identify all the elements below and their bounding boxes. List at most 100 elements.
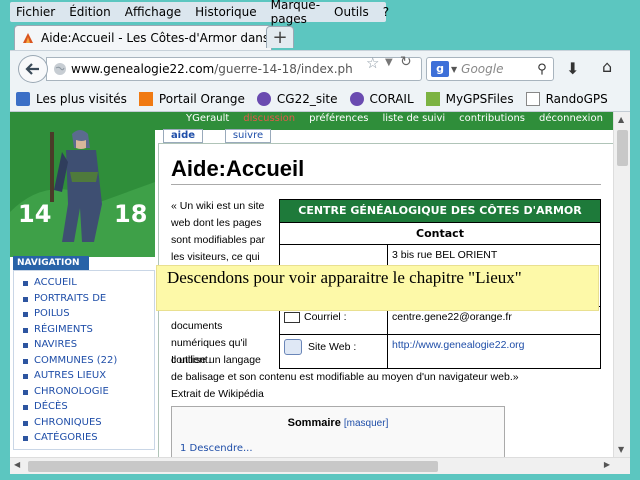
bookmark-mygpsfiles[interactable]: MyGPSFiles <box>425 91 514 106</box>
bookmark-label: Les plus visités <box>36 91 127 106</box>
nav-item-portraits[interactable]: PORTRAITS DE <box>22 291 154 307</box>
infobox-heading: CENTRE GÉNÉALOGIQUE DES CÔTES D'ARMOR <box>280 200 600 222</box>
address-value: 3 bis rue BEL ORIENT <box>392 249 498 261</box>
bookmark-star-icon[interactable]: ☆ <box>366 54 379 72</box>
bookmark-corail[interactable]: CORAIL <box>349 91 414 106</box>
search-box[interactable]: g ▼ Google ⚲ <box>426 57 554 81</box>
menu-help[interactable]: ? <box>383 5 389 19</box>
download-icon[interactable]: ⬇ <box>566 59 579 78</box>
new-tab-button[interactable]: + <box>266 26 294 48</box>
site-link[interactable]: http://www.genealogie22.org <box>392 339 525 351</box>
intro-line: « Un wiki est un site <box>171 200 265 212</box>
nav-item-regiments[interactable]: RÉGIMENTS <box>22 322 154 338</box>
back-button[interactable] <box>18 55 48 83</box>
search-icon[interactable]: ⚲ <box>537 62 547 77</box>
infobox-separator <box>387 307 388 334</box>
nav-item-communes[interactable]: COMMUNES (22) <box>22 353 154 369</box>
intro-line: documents <box>171 320 223 332</box>
discussion-link[interactable]: discussion <box>243 113 295 124</box>
tab-title: Aide:Accueil - Les Côtes-d'Armor dans l.… <box>41 31 271 45</box>
scroll-down-icon[interactable]: ▼ <box>618 445 624 454</box>
toc-title-row: Sommaire [masquer] <box>172 417 504 429</box>
nav-item-accueil[interactable]: ACCUEIL <box>22 275 154 291</box>
nav-item-autres-lieux[interactable]: AUTRES LIEUX <box>22 368 154 384</box>
nav-item-deces[interactable]: DÉCÈS <box>22 399 154 415</box>
intro-line: les visiteurs, ce qui <box>171 251 260 263</box>
intro-line: Il utilise un langage <box>171 354 261 366</box>
orange-icon <box>138 91 153 106</box>
intro-text: « Un wiki est un site web dont les pages… <box>171 198 271 266</box>
tab-aide[interactable]: aide <box>163 129 203 143</box>
bookmarks-bar: Les plus visités Portail Orange CG22_sit… <box>10 86 630 112</box>
scroll-left-icon[interactable]: ◀ <box>14 460 20 469</box>
intro-line: Extrait de Wikipédia <box>171 388 264 400</box>
cg22-icon <box>256 91 271 106</box>
email-value[interactable]: centre.gene22@orange.fr <box>392 311 512 323</box>
horizontal-scroll-thumb[interactable] <box>28 461 438 472</box>
logout-link[interactable]: déconnexion <box>539 113 603 124</box>
intro-line: de balisage et son contenu est modifiabl… <box>171 371 519 383</box>
home-icon[interactable]: ⌂ <box>602 57 612 76</box>
bookmark-portail-orange[interactable]: Portail Orange <box>138 91 245 106</box>
nav-item-chronologie[interactable]: CHRONOLOGIE <box>22 384 154 400</box>
menu-bar: Fichier Édition Affichage Historique Mar… <box>10 0 389 26</box>
url-text[interactable]: www.genealogie22.com/guerre-14-18/index.… <box>71 62 353 76</box>
wiki-favicon-icon <box>23 33 33 43</box>
toc-first-item[interactable]: 1 Descendre... <box>180 443 253 454</box>
nav-item-categories[interactable]: CATÉGORIES <box>22 430 154 446</box>
navigation-portal: ACCUEIL PORTRAITS DE POILUS RÉGIMENTS NA… <box>13 270 155 450</box>
bookmark-les-plus-visites[interactable]: Les plus visités <box>16 91 127 106</box>
intro-line: numériques qu'il <box>171 337 248 349</box>
toc-title: Sommaire <box>287 417 341 429</box>
envelope-icon <box>284 311 300 323</box>
nav-item-poilus[interactable]: POILUS <box>22 306 154 322</box>
vertical-scrollbar[interactable]: ▲ ▼ <box>613 112 630 457</box>
user-link[interactable]: YGerault <box>186 113 229 124</box>
menu-affichage[interactable]: Affichage <box>125 5 181 19</box>
mygps-icon <box>425 91 440 106</box>
back-arrow-icon <box>25 63 39 75</box>
scroll-right-icon[interactable]: ▶ <box>604 460 610 469</box>
menu-fichier[interactable]: Fichier <box>16 5 55 19</box>
navigation-heading: NAVIGATION <box>13 256 89 270</box>
watchlist-link[interactable]: liste de suivi <box>382 113 445 124</box>
intro-text-end: Il utilise un langage de balisage et son… <box>171 352 601 403</box>
reload-icon[interactable]: ↻ <box>400 54 412 70</box>
personal-tools: YGerault discussion préférences liste de… <box>186 113 603 124</box>
nav-item-chroniques[interactable]: CHRONIQUES <box>22 415 154 431</box>
bookmark-label: Portail Orange <box>158 91 245 106</box>
horizontal-scrollbar[interactable]: ◀ ▶ <box>10 457 630 474</box>
title-divider <box>171 184 601 185</box>
google-icon[interactable]: g <box>431 61 449 77</box>
email-key: Courriel : <box>284 311 386 323</box>
nav-item-navires[interactable]: NAVIRES <box>22 337 154 353</box>
search-input[interactable]: Google <box>461 62 537 76</box>
bookmark-cg22-site[interactable]: CG22_site <box>256 91 338 106</box>
table-of-contents: Sommaire [masquer] 1 Descendre... <box>171 406 505 457</box>
page-title: Aide:Accueil <box>171 156 305 181</box>
preferences-link[interactable]: préférences <box>309 113 368 124</box>
engine-dropdown-icon[interactable]: ▼ <box>451 65 457 74</box>
scroll-up-icon[interactable]: ▲ <box>618 115 624 124</box>
navigation-bar: www.genealogie22.com/guerre-14-18/index.… <box>10 50 630 86</box>
tab-aide-accueil[interactable]: Aide:Accueil - Les Côtes-d'Armor dans l.… <box>14 25 272 50</box>
annotation-overlay: Descendons pour voir apparaitre le chapi… <box>156 265 599 311</box>
url-history-dropdown-icon[interactable]: ▼ <box>385 57 393 68</box>
bookmark-label: RandoGPS <box>545 91 608 106</box>
tab-suivre[interactable]: suivre <box>225 129 271 143</box>
logo-year-left: 14 <box>18 200 52 228</box>
menu-historique[interactable]: Historique <box>195 5 257 19</box>
contributions-link[interactable]: contributions <box>459 113 525 124</box>
wiki-logo[interactable]: 14 18 <box>10 112 155 257</box>
infobox-subheading: Contact <box>280 222 600 244</box>
logo-year-right: 18 <box>114 200 148 228</box>
bookmark-randogps[interactable]: RandoGPS <box>525 91 608 106</box>
intro-line: web dont les pages <box>171 217 262 229</box>
intro-line: sont modifiables par <box>171 234 265 246</box>
bookmark-label: CORAIL <box>369 91 414 106</box>
menu-edition[interactable]: Édition <box>69 5 111 19</box>
menu-outils[interactable]: Outils <box>334 5 369 19</box>
toc-toggle-link[interactable]: [masquer] <box>344 418 388 429</box>
vertical-scroll-thumb[interactable] <box>617 130 628 166</box>
bookmarks-icon <box>16 91 30 106</box>
